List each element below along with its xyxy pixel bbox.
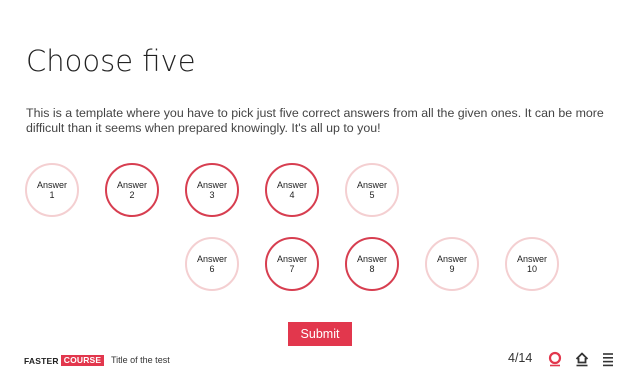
answer-10[interactable]: Answer 10 — [505, 237, 559, 291]
answer-label: Answer 8 — [356, 254, 387, 274]
answer-label: Answer 4 — [276, 180, 307, 200]
answer-label: Answer 3 — [196, 180, 227, 200]
answer-label: Answer 5 — [356, 180, 387, 200]
page-title: Choose five — [26, 44, 196, 78]
answer-2[interactable]: Answer 2 — [105, 163, 159, 217]
logo-text-faster: FASTER — [24, 355, 59, 366]
description-text: This is a template where you have to pic… — [26, 106, 604, 135]
answer-8[interactable]: Answer 8 — [345, 237, 399, 291]
answer-label: Answer 9 — [436, 254, 467, 274]
answer-6[interactable]: Answer 6 — [185, 237, 239, 291]
answer-1[interactable]: Answer 1 — [25, 163, 79, 217]
submit-button[interactable]: Submit — [288, 322, 352, 346]
answer-7[interactable]: Answer 7 — [265, 237, 319, 291]
test-title: Title of the test — [111, 355, 170, 365]
footer-bar: FASTER COURSE Title of the test 4/14 — [0, 348, 640, 372]
answer-9[interactable]: Answer 9 — [425, 237, 479, 291]
answer-label: Answer 10 — [516, 254, 547, 274]
answer-label: Answer 6 — [196, 254, 227, 274]
logo: FASTER COURSE — [24, 355, 105, 366]
menu-icon[interactable] — [600, 350, 616, 368]
page-counter: 4/14 — [508, 351, 533, 365]
answer-label: Answer 1 — [36, 180, 67, 200]
answer-3[interactable]: Answer 3 — [185, 163, 239, 217]
help-ring-icon[interactable] — [547, 350, 563, 368]
answer-4[interactable]: Answer 4 — [265, 163, 319, 217]
answer-label: Answer 2 — [116, 180, 147, 200]
logo-text-course: COURSE — [60, 355, 105, 366]
home-icon[interactable] — [574, 350, 590, 368]
answer-label: Answer 7 — [276, 254, 307, 274]
answer-5[interactable]: Answer 5 — [345, 163, 399, 217]
